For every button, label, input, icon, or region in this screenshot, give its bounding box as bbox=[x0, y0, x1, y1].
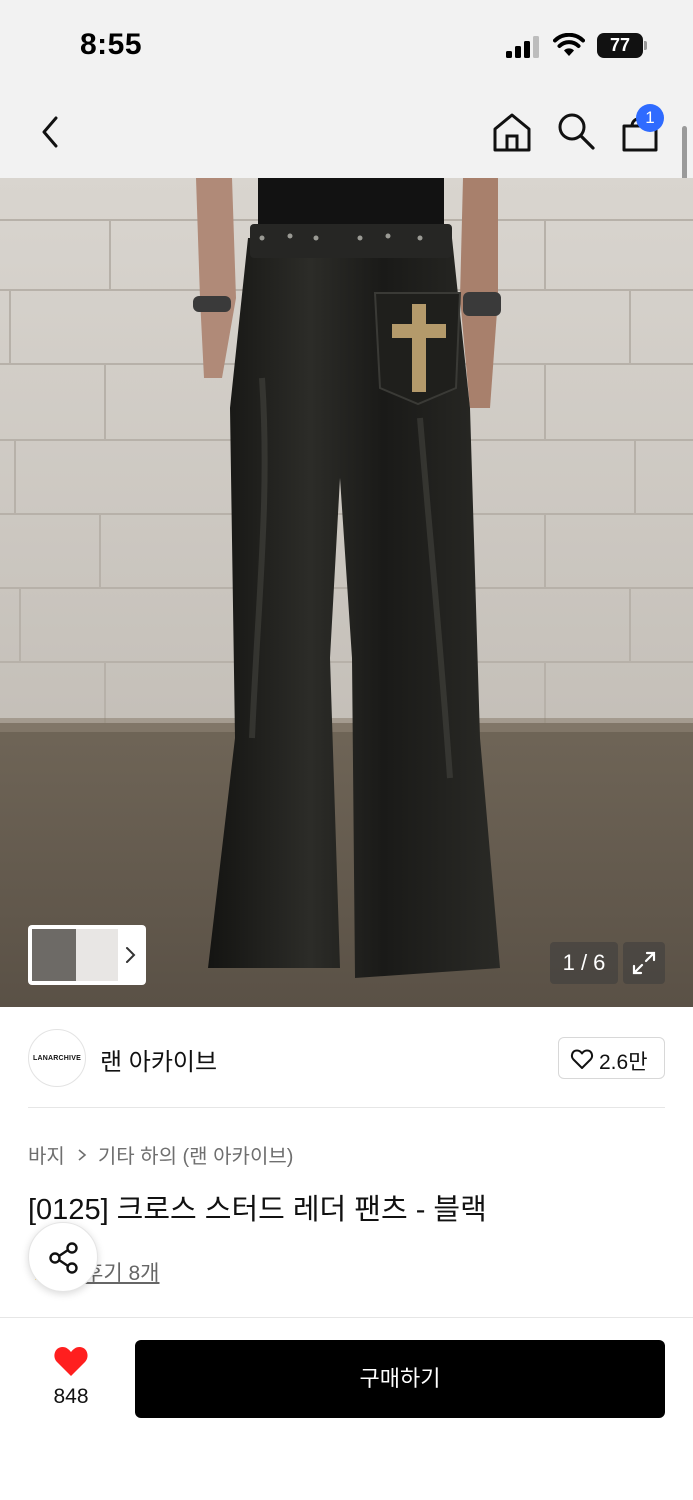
chevron-right-icon bbox=[126, 947, 136, 963]
brand-logo[interactable]: LANARCHIVE bbox=[28, 1029, 86, 1087]
battery-percent: 77 bbox=[609, 35, 631, 55]
bottom-bar-divider bbox=[0, 1317, 693, 1318]
expand-icon bbox=[632, 951, 656, 975]
brand-like-button[interactable]: 2.6만 bbox=[558, 1037, 665, 1079]
brand-like-count: 2.6만 bbox=[599, 1051, 648, 1074]
brand-name[interactable]: 랜 아카이브 bbox=[100, 1042, 217, 1077]
buy-button[interactable]: 구매하기 bbox=[135, 1340, 665, 1418]
fullscreen-button[interactable] bbox=[623, 942, 665, 984]
product-photo bbox=[0, 178, 693, 1007]
image-counter: 1 / 6 bbox=[550, 942, 618, 984]
top-nav-bar: 1 bbox=[0, 92, 693, 178]
home-icon[interactable] bbox=[490, 110, 534, 154]
breadcrumb: 바지 기타 하의 (랜 아카이브) bbox=[28, 1140, 293, 1169]
share-button[interactable] bbox=[28, 1222, 98, 1292]
gallery-thumbnail-strip[interactable] bbox=[28, 925, 146, 985]
cellular-signal-icon bbox=[506, 36, 539, 58]
breadcrumb-subcategory[interactable]: 기타 하의 (랜 아카이브) bbox=[98, 1140, 294, 1169]
chevron-right-icon bbox=[78, 1148, 87, 1161]
cart-count-badge: 1 bbox=[636, 104, 664, 132]
breadcrumb-category[interactable]: 바지 bbox=[28, 1140, 65, 1169]
status-bar: 8:55 77 bbox=[0, 0, 693, 92]
product-like-count: 848 bbox=[53, 1385, 89, 1408]
divider bbox=[28, 1107, 665, 1108]
status-time: 8:55 bbox=[80, 28, 143, 61]
wifi-icon bbox=[553, 33, 585, 56]
search-icon[interactable] bbox=[555, 110, 597, 152]
heart-filled-icon[interactable] bbox=[52, 1344, 90, 1378]
brand-logo-text: LANARCHIVE bbox=[33, 1054, 81, 1062]
share-icon bbox=[49, 1242, 78, 1274]
product-title: [0125] 크로스 스터드 레더 팬츠 - 블랙 bbox=[28, 1194, 487, 1226]
thumbnail-1[interactable] bbox=[32, 929, 76, 981]
battery-indicator: 77 bbox=[597, 33, 647, 58]
heart-outline-icon bbox=[570, 1049, 594, 1069]
back-chevron-icon[interactable] bbox=[34, 112, 68, 152]
thumbnail-2[interactable] bbox=[76, 929, 118, 981]
product-image-gallery[interactable] bbox=[0, 178, 693, 1007]
